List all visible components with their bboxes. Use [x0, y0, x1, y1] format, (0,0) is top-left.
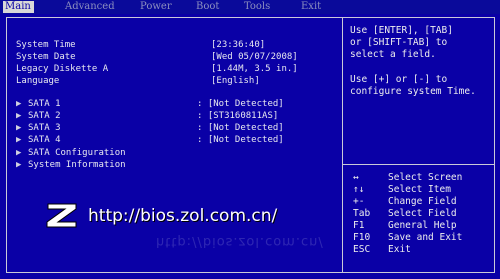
language-label[interactable]: Language [16, 76, 59, 87]
menu-main[interactable]: Main [3, 1, 34, 13]
system-date-value[interactable]: [Wed 05/07/2008] [211, 52, 298, 63]
sata3-arrow-icon: ▶ [16, 123, 22, 133]
panel-divider-horizontal [343, 164, 494, 165]
sata2-label[interactable]: SATA 2 [28, 111, 61, 122]
system-date-label[interactable]: System Date [16, 52, 76, 63]
sata1-label[interactable]: SATA 1 [28, 99, 61, 110]
watermark-reflection: http://bios.zol.com.cn/ [156, 234, 324, 249]
menu-advanced[interactable]: Advanced [65, 1, 115, 13]
legacy-diskette-value[interactable]: [1.44M, 3.5 in.] [211, 64, 298, 75]
sata4-value: : [Not Detected] [197, 135, 284, 145]
key-exit: ESC [353, 244, 371, 255]
panel-divider-vertical [342, 18, 343, 272]
action-general-help: General Help [388, 220, 457, 231]
action-select-item: Select Item [388, 184, 451, 195]
system-time-label[interactable]: System Time [16, 40, 76, 51]
help-line-2: or [SHIFT-TAB] to [350, 37, 448, 48]
help-line-4: Use [+] or [-] to [350, 74, 448, 85]
sata1-value: : [Not Detected] [197, 99, 284, 109]
sata2-arrow-icon: ▶ [16, 111, 22, 121]
sata1-arrow-icon: ▶ [16, 99, 22, 109]
key-select-screen: ↔ [353, 172, 359, 183]
zol-logo-icon [46, 203, 77, 228]
key-save-exit: F10 [353, 232, 371, 243]
system-info-label[interactable]: System Information [28, 160, 126, 171]
action-exit: Exit [388, 244, 411, 255]
sata4-label[interactable]: SATA 4 [28, 135, 61, 146]
sata-config-arrow-icon: ▶ [16, 148, 22, 158]
key-select-item: ↑↓ [353, 184, 365, 195]
sata2-value: : [ST3160811AS] [197, 111, 279, 121]
sata3-label[interactable]: SATA 3 [28, 123, 61, 134]
system-time-value[interactable]: [23:36:40] [211, 40, 265, 51]
sata-config-label[interactable]: SATA Configuration [28, 148, 126, 159]
help-line-1: Use [ENTER], [TAB] [350, 25, 453, 36]
action-change-field: Change Field [388, 196, 457, 207]
menu-bar: Main Advanced Power Boot Tools Exit [0, 0, 500, 14]
legacy-diskette-label[interactable]: Legacy Diskette A [16, 64, 108, 75]
menu-power[interactable]: Power [140, 1, 172, 13]
key-change-field: +- [353, 196, 365, 207]
help-line-5: configure system Time. [350, 86, 476, 97]
language-value[interactable]: [English] [211, 76, 260, 87]
watermark-url: http://bios.zol.com.cn/ [88, 206, 278, 226]
key-general-help: F1 [353, 220, 365, 231]
help-line-3: select a field. [350, 49, 436, 60]
menu-exit[interactable]: Exit [301, 1, 321, 13]
system-info-arrow-icon: ▶ [16, 160, 22, 170]
menu-tools[interactable]: Tools [244, 1, 270, 13]
action-select-screen: Select Screen [388, 172, 463, 183]
key-select-field: Tab [353, 208, 371, 219]
menu-boot[interactable]: Boot [196, 1, 219, 13]
sata4-arrow-icon: ▶ [16, 135, 22, 145]
action-select-field: Select Field [388, 208, 457, 219]
sata3-value: : [Not Detected] [197, 123, 284, 133]
action-save-exit: Save and Exit [388, 232, 463, 243]
